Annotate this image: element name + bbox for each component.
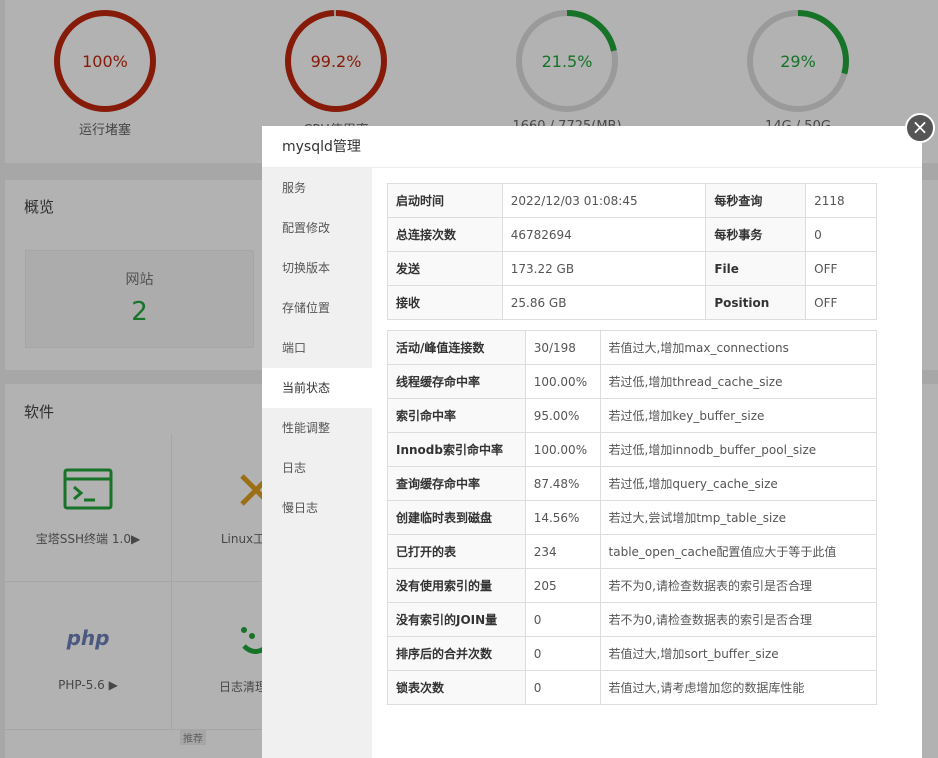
menu-item-service[interactable]: 服务 [262, 168, 372, 208]
table-row: 排序后的合并次数 0 若值过大,增加sort_buffer_size [387, 636, 878, 671]
status-advice: 若过低,增加key_buffer_size [599, 398, 878, 433]
status-key: 锁表次数 [387, 670, 526, 705]
menu-item-slow-log[interactable]: 慢日志 [262, 488, 372, 528]
menu-item-status[interactable]: 当前状态 [262, 368, 372, 408]
menu-item-config[interactable]: 配置修改 [262, 208, 372, 248]
summary-value: 0 [805, 217, 877, 252]
mysqld-modal: mysqld管理 服务 配置修改 切换版本 存储位置 端口 当前状态 性能调整 … [262, 126, 922, 758]
summary-value: 2022/12/03 01:08:45 [501, 183, 707, 218]
table-row: 线程缓存命中率 100.00% 若过低,增加thread_cache_size [387, 364, 878, 399]
menu-item-storage[interactable]: 存储位置 [262, 288, 372, 328]
status-advice: 若过低,增加query_cache_size [599, 466, 878, 501]
status-key: 索引命中率 [387, 398, 526, 433]
summary-key: 启动时间 [387, 183, 503, 218]
table-row: 创建临时表到磁盘 14.56% 若过大,尝试增加tmp_table_size [387, 500, 878, 535]
summary-key: Position [705, 285, 807, 320]
close-icon[interactable]: × [905, 113, 935, 143]
table-row: 总连接次数 46782694 每秒事务 0 [387, 217, 877, 252]
status-value: 0 [524, 602, 601, 637]
status-value: 14.56% [524, 500, 601, 535]
status-value: 0 [524, 636, 601, 671]
status-value: 0 [524, 670, 601, 705]
table-row: 没有索引的JOIN量 0 若不为0,请检查数据表的索引是否合理 [387, 602, 878, 637]
status-key: 排序后的合并次数 [387, 636, 526, 671]
table-row: 已打开的表 234 table_open_cache配置值应大于等于此值 [387, 534, 878, 569]
status-value: 95.00% [524, 398, 601, 433]
status-advice: 若值过大,增加sort_buffer_size [599, 636, 878, 671]
summary-key: 每秒事务 [705, 217, 807, 252]
summary-value: 46782694 [501, 217, 707, 252]
summary-key: 接收 [387, 285, 503, 320]
status-key: 活动/峰值连接数 [387, 330, 526, 365]
table-row: 活动/峰值连接数 30/198 若值过大,增加max_connections [387, 330, 878, 365]
status-advice: 若过大,尝试增加tmp_table_size [599, 500, 878, 535]
status-advice: 若值过大,请考虑增加您的数据库性能 [599, 670, 878, 705]
status-key: 没有索引的JOIN量 [387, 602, 526, 637]
status-key: 没有使用索引的量 [387, 568, 526, 603]
status-value: 100.00% [524, 364, 601, 399]
summary-value: 173.22 GB [501, 251, 707, 286]
table-row: 锁表次数 0 若值过大,请考虑增加您的数据库性能 [387, 670, 878, 705]
summary-value: OFF [805, 285, 877, 320]
menu-item-performance[interactable]: 性能调整 [262, 408, 372, 448]
table-row: 发送 173.22 GB File OFF [387, 251, 877, 286]
status-value: 205 [524, 568, 601, 603]
summary-key: 总连接次数 [387, 217, 503, 252]
summary-key: 每秒查询 [705, 183, 807, 218]
status-advice: 若不为0,请检查数据表的索引是否合理 [599, 568, 878, 603]
summary-table: 启动时间 2022/12/03 01:08:45 每秒查询 2118 总连接次数… [387, 183, 877, 320]
table-row: 启动时间 2022/12/03 01:08:45 每秒查询 2118 [387, 183, 877, 218]
summary-value: OFF [805, 251, 877, 286]
status-key: Innodb索引命中率 [387, 432, 526, 467]
modal-title: mysqld管理 [262, 126, 922, 168]
menu-item-log[interactable]: 日志 [262, 448, 372, 488]
status-advice: 若不为0,请检查数据表的索引是否合理 [599, 602, 878, 637]
table-row: 索引命中率 95.00% 若过低,增加key_buffer_size [387, 398, 878, 433]
modal-sidebar: 服务 配置修改 切换版本 存储位置 端口 当前状态 性能调整 日志 慢日志 [262, 168, 372, 758]
table-row: Innodb索引命中率 100.00% 若过低,增加innodb_buffer_po… [387, 432, 878, 467]
status-table: 活动/峰值连接数 30/198 若值过大,增加max_connections 线程缓… [387, 330, 878, 705]
menu-item-port[interactable]: 端口 [262, 328, 372, 368]
status-key: 线程缓存命中率 [387, 364, 526, 399]
status-advice: 若过低,增加innodb_buffer_pool_size [599, 432, 878, 467]
table-row: 接收 25.86 GB Position OFF [387, 285, 877, 320]
table-row: 没有使用索引的量 205 若不为0,请检查数据表的索引是否合理 [387, 568, 878, 603]
status-content: 启动时间 2022/12/03 01:08:45 每秒查询 2118 总连接次数… [387, 183, 878, 705]
status-key: 已打开的表 [387, 534, 526, 569]
status-value: 100.00% [524, 432, 601, 467]
status-value: 234 [524, 534, 601, 569]
status-key: 查询缓存命中率 [387, 466, 526, 501]
summary-value: 2118 [805, 183, 877, 218]
status-value: 30/198 [524, 330, 601, 365]
summary-key: File [705, 251, 807, 286]
status-key: 创建临时表到磁盘 [387, 500, 526, 535]
status-advice: 若值过大,增加max_connections [599, 330, 878, 365]
summary-key: 发送 [387, 251, 503, 286]
status-value: 87.48% [524, 466, 601, 501]
table-row: 查询缓存命中率 87.48% 若过低,增加query_cache_size [387, 466, 878, 501]
summary-value: 25.86 GB [501, 285, 707, 320]
status-advice: 若过低,增加thread_cache_size [599, 364, 878, 399]
status-advice: table_open_cache配置值应大于等于此值 [599, 534, 878, 569]
menu-item-switch-version[interactable]: 切换版本 [262, 248, 372, 288]
